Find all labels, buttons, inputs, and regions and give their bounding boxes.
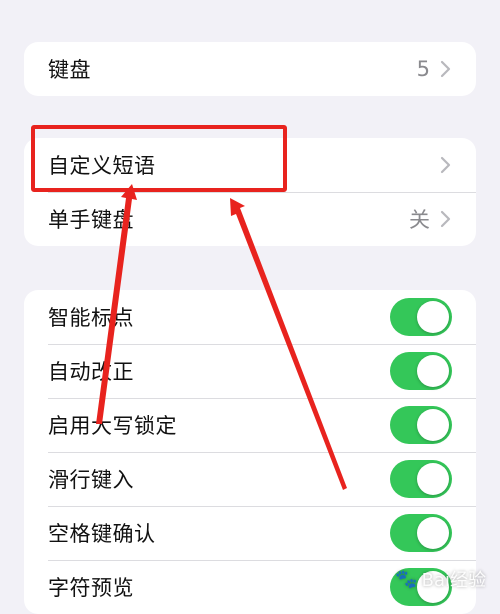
one-handed-keyboard-value: 关 (409, 208, 430, 232)
chevron-right-icon (440, 210, 451, 228)
keyboards-group: 键盘 5 (24, 42, 476, 96)
chevron-right-icon (440, 60, 451, 78)
slide-to-type-row: 滑行键入 (24, 452, 476, 506)
toggle-knob (417, 517, 449, 549)
keyboards-count: 5 (416, 57, 430, 81)
keyboards-row[interactable]: 键盘 5 (24, 42, 476, 96)
toggle-knob (417, 463, 449, 495)
space-confirm-toggle[interactable] (390, 514, 452, 552)
smart-punctuation-toggle[interactable] (390, 298, 452, 336)
auto-correction-toggle[interactable] (390, 352, 452, 390)
space-confirm-row: 空格键确认 (24, 506, 476, 560)
auto-correction-row: 自动改正 (24, 344, 476, 398)
highlight-box (31, 125, 287, 192)
one-handed-keyboard-row[interactable]: 单手键盘 关 (24, 192, 476, 246)
keyboards-label: 键盘 (48, 58, 91, 82)
toggle-knob (417, 301, 449, 333)
chevron-right-icon (440, 156, 451, 174)
slide-to-type-toggle[interactable] (390, 460, 452, 498)
toggle-knob (417, 355, 449, 387)
one-handed-keyboard-label: 单手键盘 (48, 208, 134, 232)
toggle-knob (417, 409, 449, 441)
watermark-text: Bai经验 (421, 570, 486, 591)
smart-punctuation-row: 智能标点 (24, 290, 476, 344)
paw-icon: 🐾 (395, 568, 418, 590)
caps-lock-toggle[interactable] (390, 406, 452, 444)
watermark: 🐾 Bai经验 (395, 566, 486, 592)
caps-lock-row: 启用大写锁定 (24, 398, 476, 452)
